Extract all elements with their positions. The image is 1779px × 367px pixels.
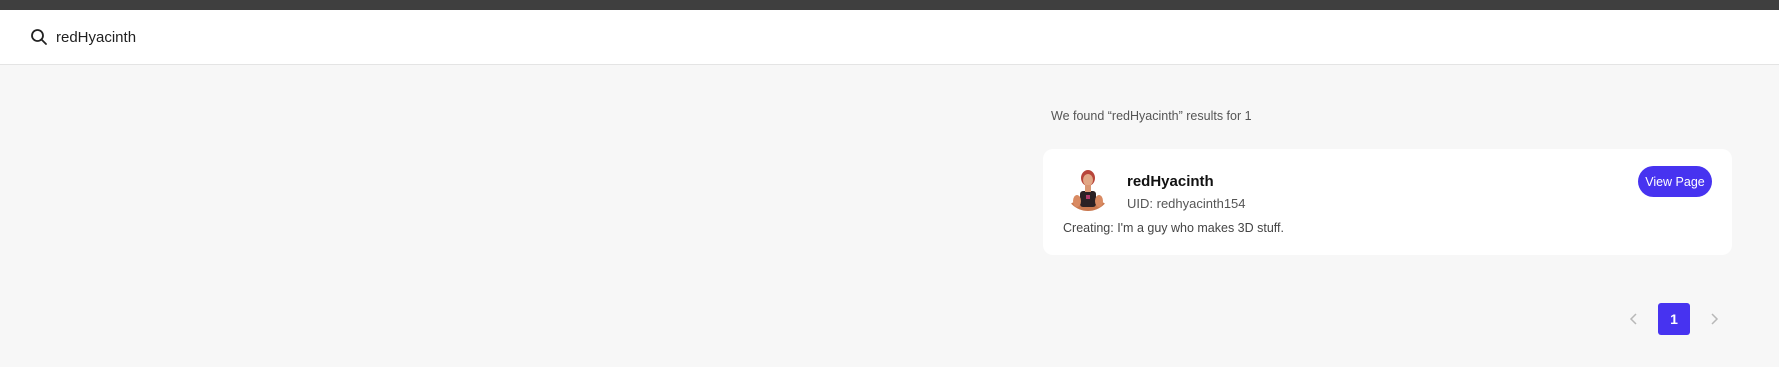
search-results: We found “redHyacinth” results for 1 red… xyxy=(1043,107,1732,255)
view-page-button[interactable]: View Page xyxy=(1638,166,1712,197)
search-input[interactable] xyxy=(56,28,656,46)
top-bar xyxy=(0,0,1779,10)
pagination: 1 xyxy=(1620,303,1728,335)
page-current[interactable]: 1 xyxy=(1658,303,1690,335)
user-result-card: redHyacinth UID: redhyacinth154 Creating… xyxy=(1043,149,1732,255)
search-icon[interactable] xyxy=(30,28,48,46)
user-name[interactable]: redHyacinth xyxy=(1127,173,1214,190)
search-bar xyxy=(0,10,1779,65)
results-summary: We found “redHyacinth” results for 1 xyxy=(1051,109,1252,123)
chevron-left-icon[interactable] xyxy=(1620,303,1648,335)
user-bio: Creating: I'm a guy who makes 3D stuff. xyxy=(1063,221,1285,235)
chevron-right-icon[interactable] xyxy=(1700,303,1728,335)
user-avatar[interactable] xyxy=(1065,165,1111,211)
user-uid: UID: redhyacinth154 xyxy=(1127,196,1246,211)
